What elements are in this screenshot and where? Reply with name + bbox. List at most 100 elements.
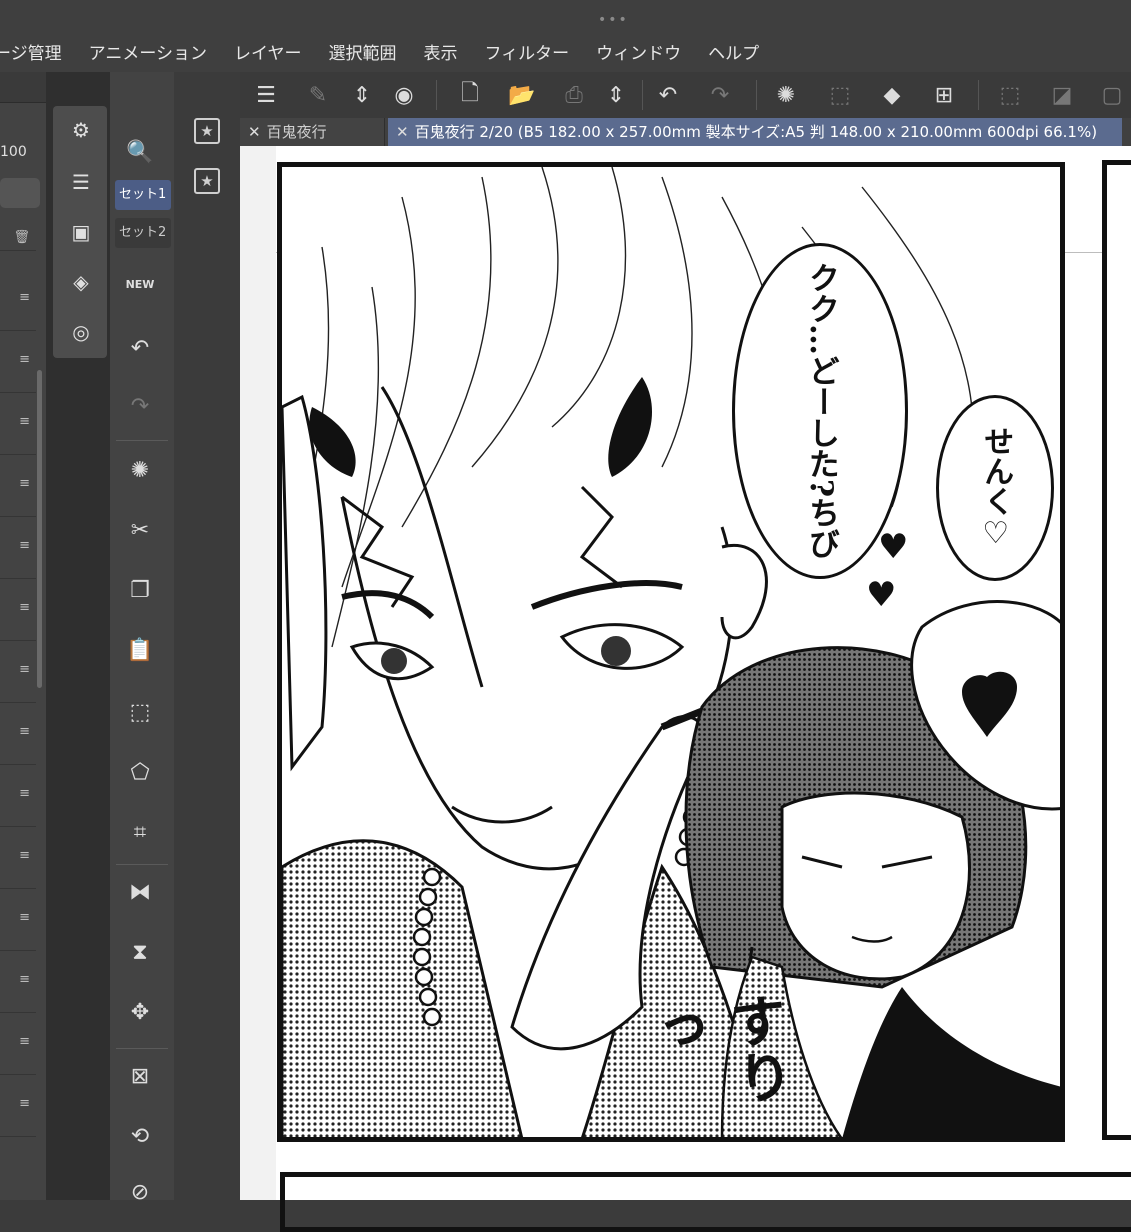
sound-effect-text: すりっ <box>638 989 796 1109</box>
search-icon[interactable]: 🔍 <box>118 132 162 172</box>
up-down-arrow-icon[interactable]: ⇕ <box>600 80 632 110</box>
copy-icon[interactable]: ❐ <box>118 570 162 610</box>
speech-text-1: クク…どーした?ちび <box>802 262 839 560</box>
transform-icon[interactable]: ⬚ <box>118 692 162 732</box>
move-icon[interactable]: ✥ <box>118 992 162 1032</box>
redo-icon[interactable]: ↷ <box>118 386 162 426</box>
layer-row[interactable]: ≡ <box>0 270 36 331</box>
layer-property-icon[interactable]: ▣ <box>65 216 97 248</box>
trash-row: 🗑 <box>0 210 36 251</box>
free-transform-icon[interactable]: ⬠ <box>118 752 162 792</box>
menu-selection[interactable]: 選択範囲 <box>329 40 397 68</box>
menu-icon: ≡ <box>19 476 30 491</box>
menu-icon: ≡ <box>19 1096 30 1111</box>
toolbar-separator <box>978 80 979 110</box>
favorite-material-icon[interactable]: ★ <box>194 168 220 194</box>
layer-tools-palette: ⚙ ☰ ▣ ◈ ◎ <box>53 106 107 358</box>
menu-window[interactable]: ウィンドウ <box>596 40 681 68</box>
menu-icon: ≡ <box>19 600 30 615</box>
select-all-icon[interactable]: ⬚ <box>824 80 856 110</box>
layer-row[interactable]: ≡ <box>0 642 36 703</box>
layer-row[interactable]: ≡ <box>0 394 36 455</box>
layer-row[interactable]: ≡ <box>0 952 36 1013</box>
layer-row[interactable]: ≡ <box>0 332 36 393</box>
toolbar-separator <box>756 80 757 110</box>
menu-icon: ≡ <box>19 290 30 305</box>
deselect-icon[interactable]: ⬚ <box>994 80 1026 110</box>
layer-stack-icon[interactable]: ☰ <box>65 166 97 198</box>
menu-icon: ≡ <box>19 352 30 367</box>
convert-icon[interactable]: ⊠ <box>118 1056 162 1096</box>
tab-document-2[interactable]: ✕ 百鬼夜行 2/20 (B5 182.00 x 257.00mm 製本サイズ:A… <box>388 118 1122 146</box>
manga-panel-bottom <box>280 1172 1131 1232</box>
mesh-transform-icon[interactable]: ⌗ <box>118 812 162 852</box>
close-icon[interactable]: ✕ <box>396 123 409 141</box>
loading-icon[interactable]: ✺ <box>118 450 162 490</box>
title-bar: ••• ージ管理 アニメーション レイヤー 選択範囲 表示 フィルター ウィンド… <box>0 0 1131 72</box>
flip-vertical-icon[interactable]: ⧗ <box>118 932 162 972</box>
menu-icon: ≡ <box>19 910 30 925</box>
layer-target-icon[interactable]: ◎ <box>65 316 97 348</box>
rotate-icon[interactable]: ⟲ <box>118 1116 162 1156</box>
invert-selection-icon[interactable]: ◪ <box>1046 80 1078 110</box>
heart-icon: ♥ <box>878 527 909 567</box>
cut-icon[interactable]: ✂ <box>118 510 162 550</box>
layer-row[interactable]: ≡ <box>0 828 36 889</box>
canvas-area[interactable]: クク…どーした?ちび せんく♡ ♥ ♥ すりっ <box>240 146 1131 1232</box>
layer-row[interactable]: ≡ <box>0 1076 36 1137</box>
menu-animation[interactable]: アニメーション <box>89 40 207 68</box>
layer-settings-icon[interactable]: ⚙ <box>65 114 97 146</box>
favorite-material-icon[interactable]: ★ <box>194 118 220 144</box>
up-down-arrow-icon[interactable]: ⇕ <box>346 80 378 110</box>
cloud-sync-icon[interactable]: ◉ <box>388 80 420 110</box>
close-icon[interactable]: ✕ <box>248 123 261 141</box>
manga-panel-main: クク…どーした?ちび せんく♡ ♥ ♥ すりっ <box>277 162 1065 1142</box>
window-grip[interactable]: ••• <box>598 12 629 28</box>
menu-view[interactable]: 表示 <box>424 40 458 68</box>
heart-icon: ♥ <box>866 575 897 615</box>
reset-icon[interactable]: ⊘ <box>118 1172 162 1212</box>
menu-help[interactable]: ヘルプ <box>708 40 759 68</box>
menu-filter[interactable]: フィルター <box>485 40 570 68</box>
layer-eraser-icon[interactable]: ◈ <box>65 266 97 298</box>
layer-row[interactable]: ≡ <box>0 766 36 827</box>
layer-scrollbar[interactable] <box>37 370 42 688</box>
redo-icon[interactable]: ↷ <box>704 80 736 110</box>
edit-icon[interactable]: ✎ <box>302 80 334 110</box>
flip-horizontal-icon[interactable]: ⧓ <box>118 872 162 912</box>
new-icon[interactable]: NEW <box>118 264 162 304</box>
set-tab-2[interactable]: セット2 <box>115 218 171 248</box>
undo-icon[interactable]: ↶ <box>652 80 684 110</box>
layer-panel-header <box>0 72 46 103</box>
material-panel: ★ ★ <box>174 72 240 1200</box>
open-folder-icon[interactable]: 📂 <box>506 80 538 110</box>
undo-icon[interactable]: ↶ <box>118 328 162 368</box>
layer-row[interactable]: ≡ <box>0 580 36 641</box>
opacity-value[interactable]: 100 <box>0 144 27 160</box>
fill-icon[interactable]: ◆ <box>876 80 908 110</box>
layer-row[interactable]: ≡ <box>0 704 36 765</box>
set-tab-1[interactable]: セット1 <box>115 180 171 210</box>
layer-row[interactable]: ≡ <box>0 1014 36 1075</box>
layer-row[interactable]: ≡ <box>0 456 36 517</box>
menu-page-management[interactable]: ージ管理 <box>0 40 62 68</box>
layer-row[interactable]: ≡ <box>0 518 36 579</box>
crop-icon[interactable]: ▢ <box>1096 80 1128 110</box>
menu-icon: ≡ <box>19 414 30 429</box>
menu-layer[interactable]: レイヤー <box>234 40 302 68</box>
menu-icon: ≡ <box>19 972 30 987</box>
paste-icon[interactable]: 📋 <box>118 630 162 670</box>
layer-row[interactable]: ≡ <box>0 890 36 951</box>
new-document-icon[interactable]: 🗋 <box>454 80 486 110</box>
trash-icon[interactable]: 🗑 <box>13 230 30 245</box>
separator <box>116 440 168 441</box>
menu-icon: ≡ <box>19 662 30 677</box>
transform-icon[interactable]: ⊞ <box>928 80 960 110</box>
hamburger-menu-icon[interactable]: ☰ <box>250 80 282 110</box>
save-icon[interactable]: ⎙ <box>558 80 590 110</box>
tab-document-1[interactable]: ✕ 百鬼夜行 <box>240 118 385 146</box>
canvas-toolbar: ☰ ✎ ⇕ ◉ 🗋 📂 ⎙ ⇕ ↶ ↷ ✺ ⬚ ◆ ⊞ ⬚ ◪ ▢ <box>240 72 1131 119</box>
loading-icon[interactable]: ✺ <box>770 80 802 110</box>
illustration <box>282 167 1060 1137</box>
layer-mask-button[interactable] <box>0 178 40 208</box>
